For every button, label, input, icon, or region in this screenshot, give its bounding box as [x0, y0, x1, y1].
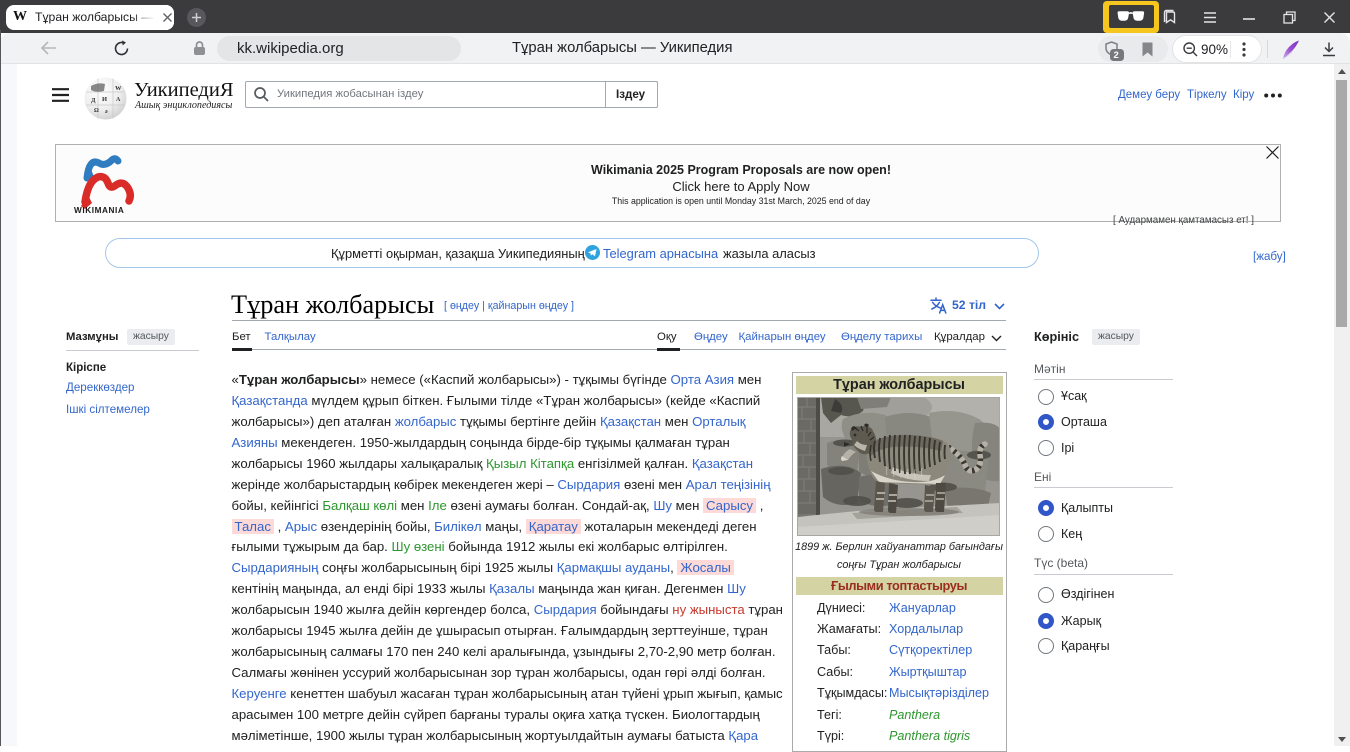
svg-text:Д: Д	[91, 97, 96, 104]
svg-text:WIKIMANIA: WIKIMANIA	[74, 206, 124, 215]
svg-text:ә: ә	[105, 109, 108, 115]
svg-text:A: A	[116, 97, 121, 103]
svg-text:W: W	[115, 85, 122, 92]
svg-text:И: И	[102, 96, 107, 103]
svg-text:Ω: Ω	[94, 108, 99, 114]
